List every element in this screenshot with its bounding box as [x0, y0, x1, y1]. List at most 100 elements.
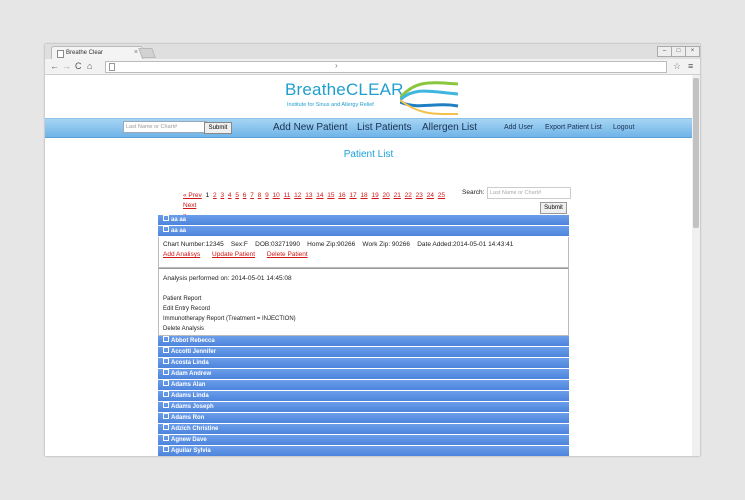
patient-row[interactable]: Adams Linda: [158, 391, 569, 402]
reload-icon[interactable]: C: [75, 61, 82, 71]
patient-row[interactable]: Adzich Christine: [158, 424, 569, 435]
chevron-icon: ›: [335, 61, 338, 70]
logo-tagline: Institute for Sinus and Allergy Relief: [287, 102, 374, 108]
pager-page[interactable]: 11: [284, 192, 291, 199]
patient-row[interactable]: aa aa: [158, 226, 569, 237]
expand-icon: [163, 435, 169, 441]
expand-icon: [163, 358, 169, 364]
pager-page[interactable]: 6: [243, 192, 247, 199]
pager-page[interactable]: 10: [273, 192, 280, 199]
minimize-button[interactable]: –: [657, 46, 672, 57]
patient-name: aa aa: [171, 228, 187, 234]
patient-row[interactable]: Adams Ron: [158, 413, 569, 424]
close-window-button[interactable]: ×: [685, 46, 700, 57]
nav-allergen-list[interactable]: Allergen List: [422, 122, 477, 133]
pager-page[interactable]: 4: [228, 192, 232, 199]
new-tab-button[interactable]: [138, 48, 156, 58]
patient-row[interactable]: Adams Joseph: [158, 402, 569, 413]
nav-list-patients[interactable]: List Patients: [357, 122, 411, 133]
patient-list: aa aa aa aa Chart Number:12345 Sex:F DOB…: [158, 215, 569, 456]
back-icon[interactable]: ←: [50, 61, 59, 71]
nav-search-input[interactable]: Last Name or Chart#: [123, 121, 207, 133]
pager-page[interactable]: 8: [258, 192, 262, 199]
browser-tab[interactable]: Breathe Clear ×: [51, 46, 143, 60]
patient-name: Acosta Linda: [171, 360, 209, 366]
patient-row[interactable]: Adams Alan: [158, 380, 569, 391]
pager-page[interactable]: 20: [383, 192, 390, 199]
expand-icon: [163, 391, 169, 397]
expand-icon: [163, 215, 169, 221]
tab-strip: Breathe Clear × – □ ×: [45, 44, 700, 60]
logo-swoosh-icon: [400, 81, 459, 116]
expand-icon: [163, 369, 169, 375]
patient-name: aa aa: [171, 217, 187, 223]
pager-page[interactable]: 21: [394, 192, 401, 199]
pager-page[interactable]: 17: [349, 192, 356, 199]
nav-submit-button[interactable]: Submit: [204, 122, 232, 134]
add-analysis-link[interactable]: Add Analisys: [163, 251, 200, 258]
delete-patient-link[interactable]: Delete Patient: [267, 251, 308, 258]
expand-icon: [163, 380, 169, 386]
patient-name: Aguilar Sylvia: [171, 448, 211, 454]
tab-title: Breathe Clear: [66, 50, 104, 56]
expand-icon: [163, 424, 169, 430]
logo: BreatheCLEAR Institute for Sinus and All…: [285, 80, 460, 116]
expand-icon: [163, 226, 169, 232]
pager-page[interactable]: 19: [371, 192, 378, 199]
maximize-button[interactable]: □: [671, 46, 686, 57]
patient-row[interactable]: Agnew Dave: [158, 435, 569, 446]
browser-window: Breathe Clear × – □ × ← → C ⌂ › ☆ ≡ Brea…: [45, 44, 700, 456]
scrollbar[interactable]: [692, 75, 700, 456]
scrollbar-thumb[interactable]: [693, 78, 699, 228]
pager-page[interactable]: 25: [438, 192, 445, 199]
main-nav: Last Name or Chart# Submit Add New Patie…: [45, 118, 692, 138]
patient-name: Abbot Rebecca: [171, 338, 215, 344]
home-icon[interactable]: ⌂: [87, 61, 92, 71]
address-bar[interactable]: ›: [105, 61, 667, 73]
pager-page[interactable]: 22: [405, 192, 412, 199]
bookmark-star-icon[interactable]: ☆: [673, 61, 681, 72]
page-icon: [109, 63, 115, 71]
patient-name: Adams Joseph: [171, 404, 214, 410]
update-patient-link[interactable]: Update Patient: [212, 251, 255, 258]
pager-prev[interactable]: « Prev: [183, 192, 202, 199]
delete-analysis-link[interactable]: Delete Analysis: [163, 324, 564, 334]
forward-icon[interactable]: →: [62, 61, 71, 71]
pager-page[interactable]: 9: [265, 192, 269, 199]
patient-row[interactable]: Aguilar Sylvia: [158, 446, 569, 456]
patient-row[interactable]: Abbot Rebecca: [158, 336, 569, 347]
nav-add-user[interactable]: Add User: [504, 124, 533, 131]
tab-close-icon[interactable]: ×: [134, 49, 138, 56]
nav-add-patient[interactable]: Add New Patient: [273, 122, 348, 133]
pager-page[interactable]: 18: [360, 192, 367, 199]
patient-row[interactable]: Acosta Linda: [158, 358, 569, 369]
patient-name: Adams Ron: [171, 415, 205, 421]
pager-page[interactable]: 15: [327, 192, 334, 199]
pager-page[interactable]: 2: [213, 192, 217, 199]
pager-page[interactable]: 14: [316, 192, 323, 199]
pager-page[interactable]: 5: [235, 192, 239, 199]
pager-page[interactable]: 3: [220, 192, 224, 199]
pager-page[interactable]: 12: [294, 192, 301, 199]
pager-page[interactable]: 24: [427, 192, 434, 199]
search-submit-button[interactable]: Submit: [540, 202, 567, 214]
pager-next[interactable]: Next: [183, 202, 196, 209]
nav-logout[interactable]: Logout: [613, 124, 634, 131]
page-icon: [57, 50, 64, 58]
patient-row[interactable]: Adam Andrew: [158, 369, 569, 380]
patient-row[interactable]: Accolti Jennifer: [158, 347, 569, 358]
logo-title: BreatheCLEAR: [285, 80, 404, 99]
patient-name: Accolti Jennifer: [171, 349, 217, 355]
pager-page[interactable]: 13: [305, 192, 312, 199]
pager-page[interactable]: 23: [416, 192, 423, 199]
edit-entry-link[interactable]: Edit Entry Record: [163, 304, 564, 314]
patient-report-link[interactable]: Patient Report: [163, 294, 564, 304]
pager-page[interactable]: 16: [338, 192, 345, 199]
immunotherapy-report-link[interactable]: Immunotherapy Report (Treatment = INJECT…: [163, 314, 564, 324]
menu-icon[interactable]: ≡: [688, 61, 693, 71]
patient-row[interactable]: aa aa: [158, 215, 569, 226]
nav-export[interactable]: Export Patient List: [545, 124, 602, 131]
analysis-panel: Analysis performed on: 2014-05-01 14:45:…: [158, 268, 569, 336]
pager-page[interactable]: 7: [250, 192, 254, 199]
search-input[interactable]: Last Name or Chart#: [487, 187, 571, 199]
